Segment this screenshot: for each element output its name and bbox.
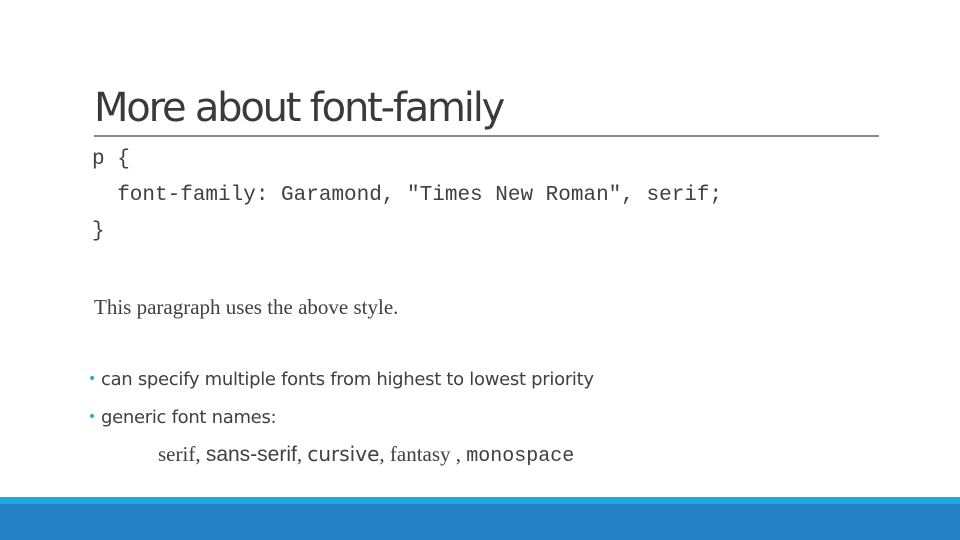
code-line-selector: p { (92, 148, 130, 171)
separator: , (296, 442, 308, 466)
separator: , (379, 442, 390, 466)
footer-bar (0, 504, 960, 540)
generic-cursive: cursive (307, 442, 380, 466)
generic-fantasy: fantasy (389, 442, 451, 466)
generic-monospace: monospace (466, 445, 575, 468)
generic-sans-serif: sans-serif (205, 443, 297, 466)
bullet-item: • generic font names: (88, 407, 277, 428)
bullet-text: generic font names: (100, 407, 277, 428)
separator: , (195, 442, 206, 466)
slide-title: More about font-family (94, 85, 505, 131)
separator: , (450, 442, 467, 466)
generic-serif: serif (158, 442, 196, 466)
generic-font-list: serif, sans-serif, cursive, fantasy , mo… (158, 442, 574, 468)
code-line-declaration: font-family: Garamond, "Times New Roman"… (92, 184, 723, 207)
footer-accent-strip (0, 497, 960, 504)
bullet-text: can specify multiple fonts from highest … (100, 369, 594, 390)
bullet-item: • can specify multiple fonts from highest… (88, 369, 594, 390)
title-divider (94, 135, 879, 137)
bullet-dot-icon: • (88, 371, 96, 387)
bullet-dot-icon: • (88, 409, 96, 425)
code-line-close: } (92, 220, 105, 243)
example-paragraph: This paragraph uses the above style. (94, 295, 399, 319)
